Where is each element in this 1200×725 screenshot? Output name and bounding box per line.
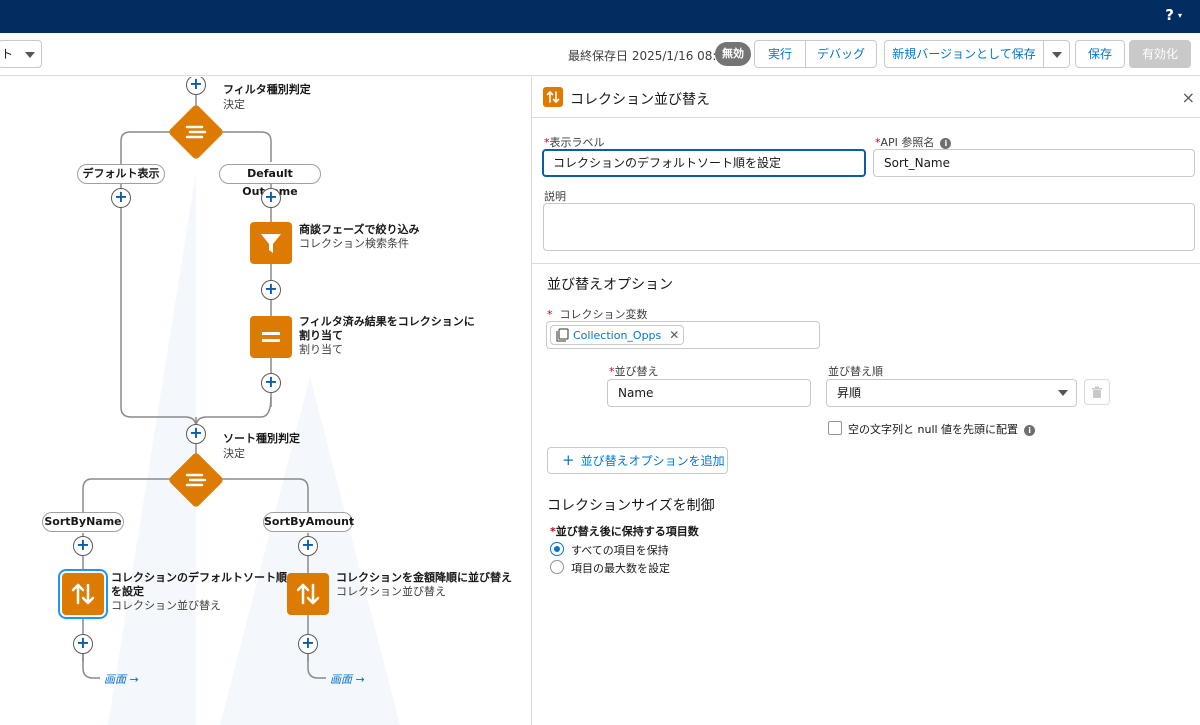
api-name-label: *API 参照名 i <box>875 134 952 150</box>
collection-sort-node[interactable] <box>287 573 329 615</box>
add-sort-option-label: 並び替えオプションを追加 <box>580 454 725 468</box>
section-divider <box>532 263 1200 264</box>
description-label: 説明 <box>544 190 566 203</box>
branch-label-default-display[interactable]: デフォルト表示 <box>77 164 165 184</box>
info-icon[interactable]: i <box>940 137 952 149</box>
collection-sort-node-selected[interactable] <box>60 571 106 617</box>
radio-set-max-label: 項目の最大数を設定 <box>571 562 670 575</box>
save-button[interactable]: 保存 <box>1075 40 1125 68</box>
radio-set-max[interactable] <box>550 560 564 574</box>
add-element-button[interactable]: + <box>261 280 281 300</box>
radio-keep-all[interactable] <box>550 542 564 556</box>
last-saved-text: 最終保存日 2025/1/16 08:55 <box>568 49 732 63</box>
run-button[interactable]: 実行 <box>754 40 806 68</box>
canvas-mode-select-value: ト <box>1 47 14 61</box>
go-to-screen-link[interactable]: 画面 → <box>104 671 139 687</box>
panel-title: コレクション並び替え <box>570 92 710 108</box>
chevron-down-icon <box>1058 390 1068 396</box>
decision-title: フィルタ種別判定 <box>223 83 311 96</box>
size-control-title: コレクションサイズを制御 <box>547 498 715 514</box>
chevron-down-icon <box>1051 51 1062 58</box>
radio-keep-all-label: すべての項目を保持 <box>571 544 669 557</box>
collection-variable-chip[interactable]: Collection_Opps ✕ <box>550 325 685 345</box>
canvas-mode-select[interactable]: ト <box>0 40 42 68</box>
sort-by-label-text: 並び替え <box>614 365 659 378</box>
keep-items-label-text: 並び替え後に保持する項目数 <box>555 525 699 538</box>
sort-by-input[interactable]: Name <box>607 379 811 407</box>
activate-button[interactable]: 有効化 <box>1129 40 1191 68</box>
panel-header: コレクション並び替え × <box>532 77 1200 118</box>
trash-icon <box>1092 386 1102 398</box>
sort-arrows-icon <box>296 583 320 605</box>
description-textarea[interactable] <box>543 203 1195 251</box>
label-field-label-text: 表示ラベル <box>549 136 605 149</box>
nulls-first-label-text: 空の文字列と null 値を先頭に配置 <box>848 423 1019 436</box>
delete-sort-option-button[interactable] <box>1084 379 1110 405</box>
sort-options-title: 並び替えオプション <box>547 277 673 293</box>
sort-order-select-value: 昇順 <box>837 386 862 400</box>
help-menu[interactable]: ? ▾ <box>1165 6 1182 24</box>
decision-subtitle: 決定 <box>223 98 245 111</box>
label-field-label: *表示ラベル <box>544 134 605 150</box>
collection-icon <box>556 328 569 342</box>
sort-node-subtitle: コレクション並び替え <box>336 585 446 598</box>
status-badge: 無効 <box>715 42 751 66</box>
sort-arrows-icon <box>71 583 95 605</box>
required-mark: * <box>547 308 553 321</box>
add-element-button[interactable]: + <box>298 536 318 556</box>
go-to-screen-link[interactable]: 画面 → <box>330 671 365 687</box>
save-new-version-button[interactable]: 新規バージョンとして保存 <box>884 40 1044 68</box>
filter-icon <box>261 234 281 253</box>
global-header: ? ▾ <box>0 0 1200 33</box>
decision-title: ソート種別判定 <box>223 432 300 445</box>
save-options-menu-button[interactable] <box>1043 40 1070 68</box>
branch-label-sort-by-name[interactable]: SortByName <box>42 512 124 532</box>
decision-icon <box>168 104 224 160</box>
add-sort-option-button[interactable]: + 並び替えオプションを追加 <box>547 447 728 474</box>
assignment-node[interactable] <box>250 316 292 358</box>
flow-canvas[interactable]: + フィルタ種別判定 決定 デフォルト表示 Default Outcome + … <box>0 77 531 725</box>
chevron-down-icon <box>25 52 35 58</box>
api-name-label-text: API 参照名 <box>880 136 935 149</box>
debug-button[interactable]: デバッグ <box>805 40 877 68</box>
flow-toolbar: ト 最終保存日 2025/1/16 08:55 無効 実行 デバッグ 新規バージ… <box>0 33 1200 76</box>
add-element-button[interactable]: + <box>298 634 318 654</box>
sort-by-label: *並び替え <box>609 363 659 379</box>
sort-order-select[interactable]: 昇順 <box>826 379 1077 407</box>
label-input[interactable]: コレクションのデフォルトソート順を設定 <box>542 149 866 177</box>
branch-label-sort-by-amount[interactable]: SortByAmount <box>263 512 354 532</box>
keep-items-label: *並び替え後に保持する項目数 <box>550 523 699 539</box>
nulls-first-checkbox[interactable] <box>828 421 842 435</box>
api-name-input[interactable]: Sort_Name <box>873 149 1195 177</box>
info-icon[interactable]: i <box>1024 424 1036 436</box>
nulls-first-label: 空の文字列と null 値を先頭に配置 i <box>848 421 1036 437</box>
add-element-button[interactable]: + <box>73 536 93 556</box>
add-element-button[interactable]: + <box>73 634 93 654</box>
sort-node-subtitle: コレクション並び替え <box>111 599 221 612</box>
plus-icon: + <box>562 451 575 469</box>
add-element-button[interactable]: + <box>111 188 131 208</box>
add-element-button[interactable]: + <box>261 373 281 393</box>
help-icon: ? <box>1165 6 1174 24</box>
collection-filter-node[interactable] <box>250 222 292 264</box>
collection-variable-chip-label: Collection_Opps <box>573 328 662 342</box>
collection-variable-label-text: コレクション変数 <box>559 308 648 321</box>
properties-panel: コレクション並び替え × *表示ラベル コレクションのデフォルトソート順を設定 … <box>531 77 1200 725</box>
sort-order-label: 並び替え順 <box>828 365 883 378</box>
assignment-node-subtitle: 割り当て <box>299 343 343 356</box>
remove-icon[interactable]: ✕ <box>669 328 679 342</box>
chevron-down-icon: ▾ <box>1177 10 1182 20</box>
filter-node-subtitle: コレクション検索条件 <box>299 237 409 250</box>
equals-icon <box>262 332 280 342</box>
collection-variable-label: * コレクション変数 <box>547 306 648 322</box>
add-element-button[interactable]: + <box>261 188 281 208</box>
close-icon[interactable]: × <box>1182 88 1195 107</box>
decision-subtitle: 決定 <box>223 447 245 460</box>
decision-icon <box>168 452 224 508</box>
collection-variable-input[interactable]: Collection_Opps ✕ <box>546 321 820 349</box>
add-element-button[interactable]: + <box>186 424 206 444</box>
sort-arrows-icon <box>543 87 563 107</box>
branch-label-default-outcome[interactable]: Default Outcome <box>219 164 321 198</box>
